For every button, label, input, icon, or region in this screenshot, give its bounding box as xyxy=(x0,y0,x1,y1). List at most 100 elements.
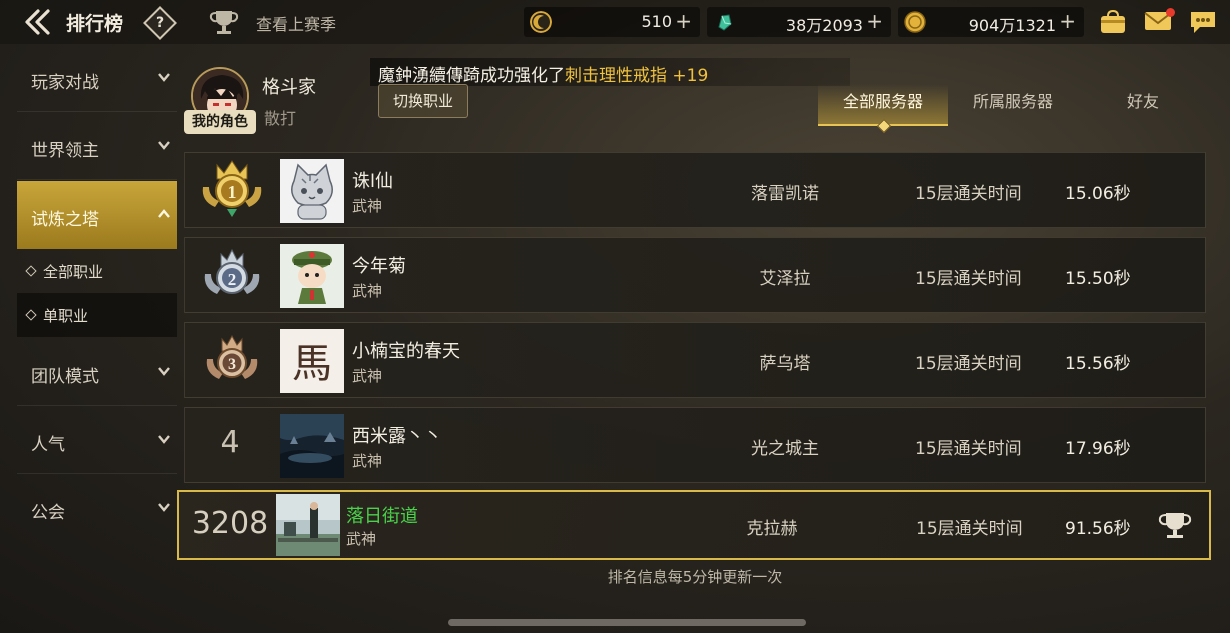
currency-value: 904万1321 xyxy=(968,16,1056,35)
page-title: 排行榜 xyxy=(66,13,124,35)
silver-rank-medal-icon: 2 xyxy=(204,248,260,294)
currency-crescent: 510 + xyxy=(524,7,700,37)
player-avatar xyxy=(280,159,344,223)
chevron-down-icon xyxy=(158,503,170,512)
gold-coin-icon xyxy=(904,11,926,33)
chevron-down-icon xyxy=(158,141,170,150)
ranked-player-server: 光之城主 xyxy=(751,439,819,459)
sub-item-label: 单职业 xyxy=(43,307,89,325)
player-avatar xyxy=(280,244,344,308)
ranked-player-class: 武神 xyxy=(352,282,383,300)
clear-time: 15.50秒 xyxy=(1065,269,1131,289)
ranked-player-server: 落雷凯诺 xyxy=(751,184,819,204)
player-class: 散打 xyxy=(264,109,297,128)
sidebar-item-pvp[interactable]: 玩家对战 xyxy=(17,44,177,112)
sidebar-item-team-mode[interactable]: 团队模式 xyxy=(17,338,177,406)
avatar-glyph: 馬 xyxy=(292,341,332,387)
sidebar-item-label: 试炼之塔 xyxy=(31,210,99,230)
rank-number: 4 xyxy=(220,425,240,460)
sidebar-item-label: 团队模式 xyxy=(31,367,99,387)
update-interval-note: 排名信息每5分钟更新一次 xyxy=(607,568,783,586)
my-rank-row[interactable]: 3208 落日街道 武神 克拉赫 15层通关时间 91.56秒 xyxy=(177,490,1211,560)
sidebar-item-label: 人气 xyxy=(31,435,65,455)
notification-dot-icon xyxy=(1166,8,1175,17)
sidebar-item-trial-tower[interactable]: 试炼之塔 xyxy=(17,181,177,249)
green-crystal-icon xyxy=(718,14,732,31)
sidebar-item-label: 公会 xyxy=(31,503,65,523)
sidebar-item-guild[interactable]: 公会 xyxy=(17,474,177,542)
chevron-down-icon xyxy=(158,73,170,82)
ranking-metric: 15层通关时间 xyxy=(915,354,1022,374)
my-rank-number: 3208 xyxy=(191,506,269,541)
gold-rank-medal-icon: 1 xyxy=(202,160,262,217)
notice-text: 魔鈡湧續傳踦成功强化了 xyxy=(378,66,565,86)
ranked-player-server: 艾泽拉 xyxy=(759,269,811,289)
ranked-player-class: 武神 xyxy=(352,197,383,215)
player-avatar: 馬 xyxy=(280,329,344,393)
table-row[interactable]: 1 诛l仙 武神 落雷凯诺 15层通关时间 15.06秒 xyxy=(184,152,1206,228)
bag-icon[interactable] xyxy=(1098,9,1128,35)
ranking-metric: 15层通关时间 xyxy=(915,269,1022,289)
ranking-metric: 15层通关时间 xyxy=(915,439,1022,459)
sub-item-label: 全部职业 xyxy=(43,263,104,281)
sidebar-item-label: 玩家对战 xyxy=(31,73,99,93)
currency-value: 510 xyxy=(641,12,672,31)
table-row[interactable]: 2 今年菊 武神 艾泽拉 15层通关时间 15.50秒 xyxy=(184,237,1206,313)
table-row[interactable]: 3 馬 小楠宝的春天 武神 萨乌塔 15层通关时间 15.56秒 xyxy=(184,322,1206,398)
chat-icon[interactable] xyxy=(1188,9,1218,35)
ranked-player-name: 今年菊 xyxy=(352,256,406,277)
currency-crystal: 38万2093 + xyxy=(707,7,891,37)
chevron-up-icon xyxy=(158,209,170,218)
trophy-icon[interactable] xyxy=(208,8,240,36)
player-avatar xyxy=(276,494,340,556)
my-player-name: 落日街道 xyxy=(346,506,418,527)
chevron-down-icon xyxy=(158,435,170,444)
ranked-player-class: 武神 xyxy=(352,452,383,470)
my-player-server: 克拉赫 xyxy=(746,519,798,539)
notice-item: 刺击理性戒指 +19 xyxy=(565,66,709,86)
svg-text:1: 1 xyxy=(228,182,237,202)
currency-gold: 904万1321 + xyxy=(898,7,1084,37)
trophy-icon[interactable] xyxy=(1157,510,1193,540)
sidebar-item-label: 世界领主 xyxy=(31,141,99,161)
view-last-season-link[interactable]: 查看上赛季 xyxy=(256,11,336,35)
sidebar-item-world-boss[interactable]: 世界领主 xyxy=(17,112,177,180)
sub-item-all-classes[interactable]: 全部职业 xyxy=(17,249,177,293)
tab-my-server[interactable]: 所属服务器 xyxy=(948,84,1078,126)
bronze-rank-medal-icon: 3 xyxy=(206,334,258,379)
clear-time: 15.06秒 xyxy=(1065,184,1131,204)
ranked-player-name: 诛l仙 xyxy=(352,171,394,192)
my-player-class: 武神 xyxy=(346,530,377,548)
table-row[interactable]: 4 西米露丶丶 武神 光之城主 15层通关时间 17.96秒 xyxy=(184,407,1206,483)
player-avatar xyxy=(280,414,344,478)
ranked-player-class: 武神 xyxy=(352,367,383,385)
back-arrow-icon[interactable] xyxy=(22,8,56,36)
ranked-player-name: 西米露丶丶 xyxy=(352,426,442,447)
clear-time: 17.96秒 xyxy=(1065,439,1131,459)
ranked-player-server: 萨乌塔 xyxy=(759,354,811,374)
diamond-bullet-icon xyxy=(25,309,37,321)
crescent-coin-icon xyxy=(530,11,552,33)
help-label: ? xyxy=(155,15,165,31)
diamond-bullet-icon xyxy=(25,265,37,277)
player-name: 格斗家 xyxy=(262,77,316,98)
chevron-down-icon xyxy=(158,367,170,376)
sidebar-item-popularity[interactable]: 人气 xyxy=(17,406,177,474)
my-clear-time: 91.56秒 xyxy=(1065,519,1131,539)
add-currency-button[interactable]: + xyxy=(1059,9,1076,33)
tab-friends[interactable]: 好友 xyxy=(1078,84,1208,126)
add-currency-button[interactable]: + xyxy=(866,9,883,33)
currency-value: 38万2093 xyxy=(785,16,863,35)
ranking-metric: 15层通关时间 xyxy=(916,519,1023,539)
home-indicator[interactable] xyxy=(448,619,806,626)
ranking-metric: 15层通关时间 xyxy=(915,184,1022,204)
svg-text:3: 3 xyxy=(228,356,236,373)
switch-class-button[interactable]: 切换职业 xyxy=(378,84,468,118)
svg-text:2: 2 xyxy=(228,270,237,289)
system-notice: 魔鈡湧續傳踦成功强化了刺击理性戒指 +19 xyxy=(370,58,850,86)
clear-time: 15.56秒 xyxy=(1065,354,1131,374)
my-character-badge: 我的角色 xyxy=(184,110,256,134)
ranked-player-name: 小楠宝的春天 xyxy=(352,341,460,362)
add-currency-button[interactable]: + xyxy=(675,9,692,33)
sub-item-single-class[interactable]: 单职业 xyxy=(17,293,177,337)
